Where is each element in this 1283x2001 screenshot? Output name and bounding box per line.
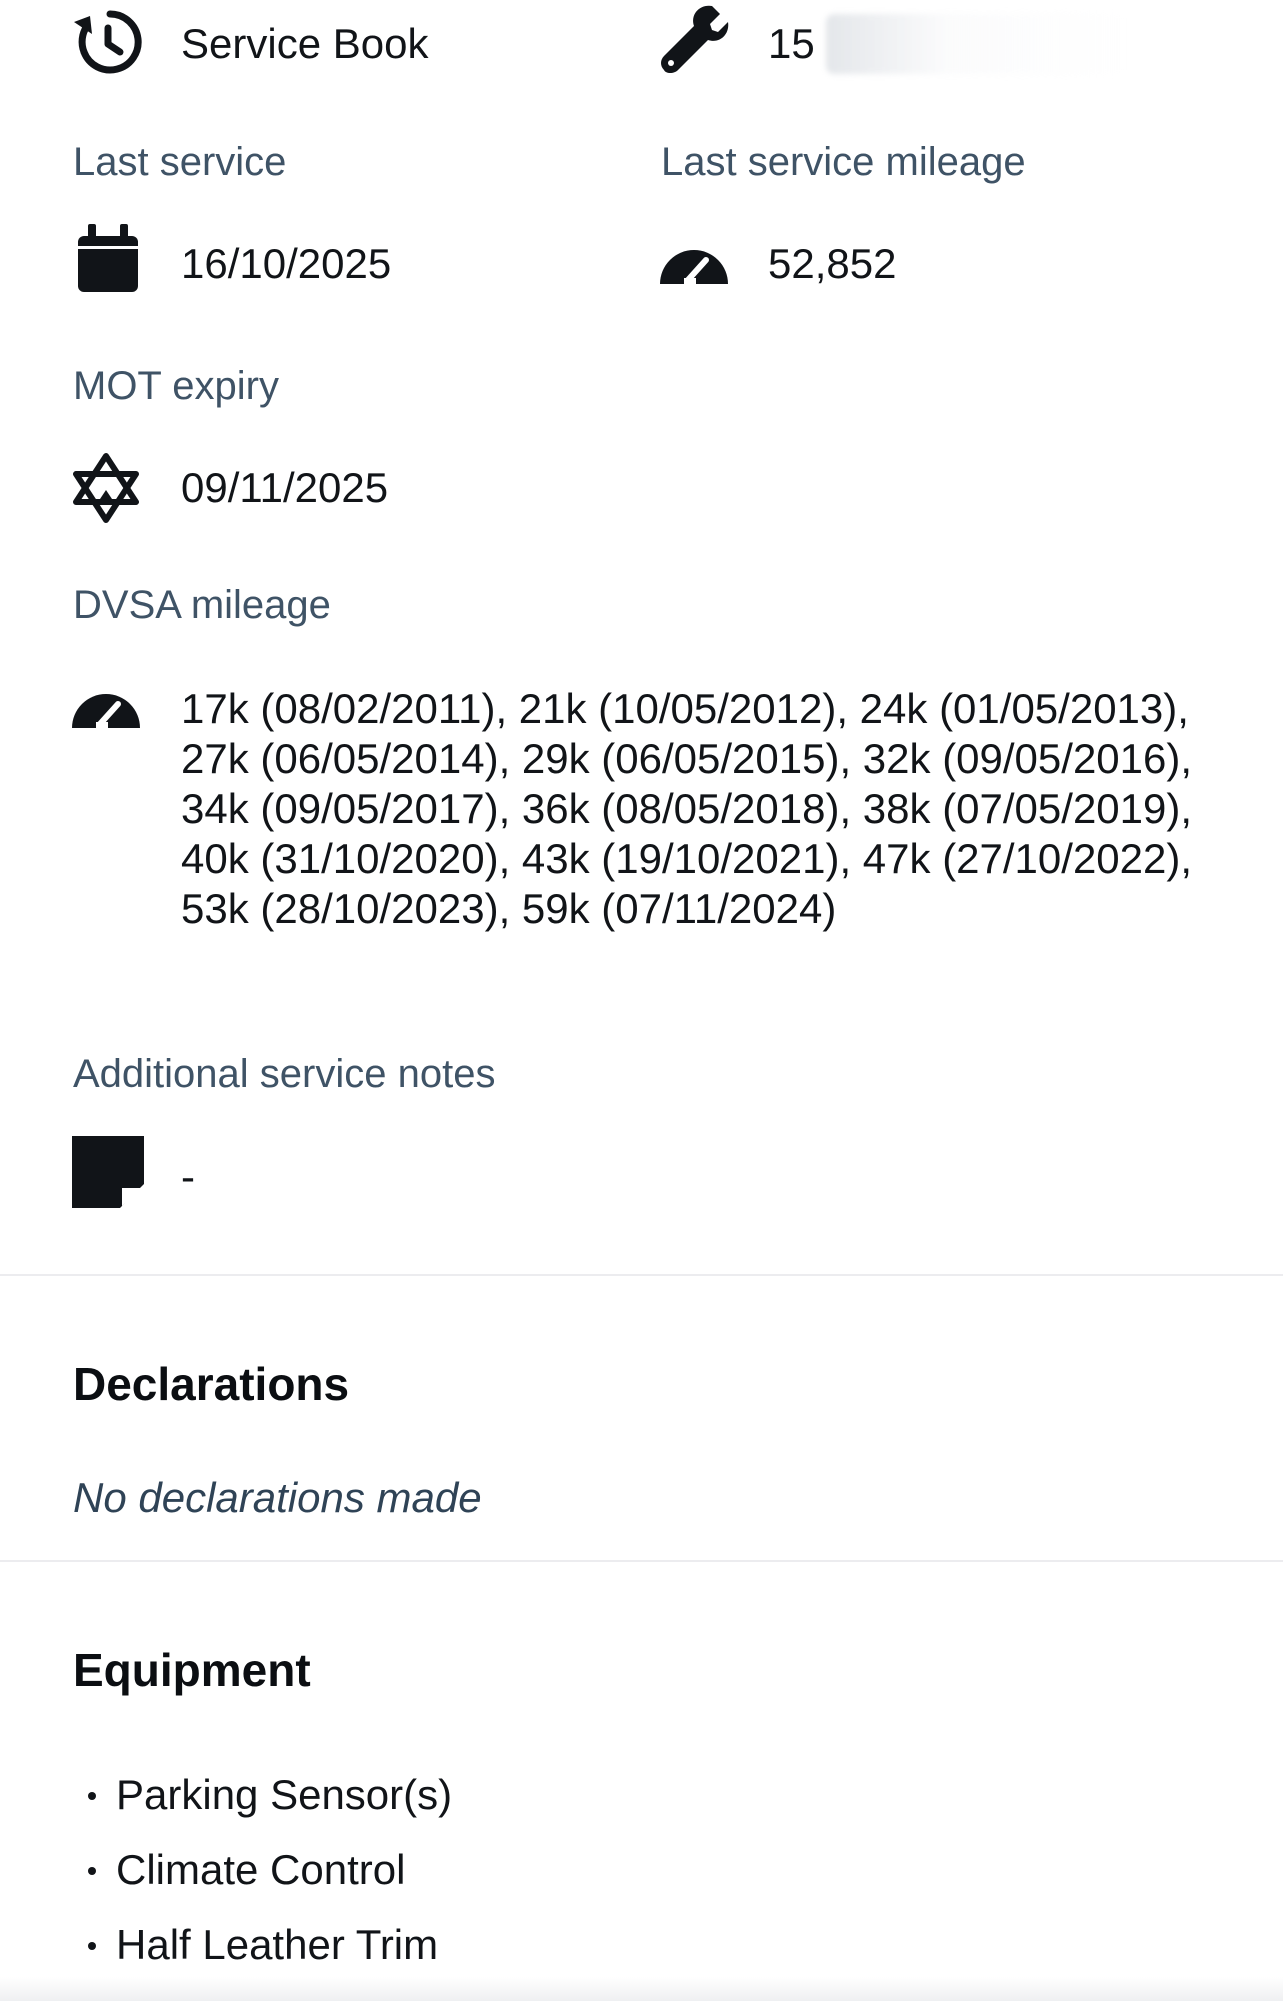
mot-expiry-label: MOT expiry (73, 364, 279, 408)
equipment-item-label: Climate Control (116, 1846, 406, 1893)
service-book-label: Service Book (181, 20, 429, 67)
dvsa-mileage-history: 17k (08/02/2011), 21k (10/05/2012), 24k … (181, 685, 1193, 932)
bullet-icon (88, 1942, 96, 1950)
bottom-fade (0, 1977, 1283, 2001)
last-service-label: Last service (73, 140, 287, 184)
mot-expiry-date: 09/11/2025 (181, 464, 389, 511)
history-icon (70, 6, 142, 78)
calendar-icon (72, 222, 144, 294)
additional-notes-label: Additional service notes (73, 1052, 496, 1096)
last-service-mileage-value: 52,852 (768, 240, 897, 287)
equipment-list: Parking Sensor(s) Climate Control Half L… (84, 1770, 452, 1995)
last-service-mileage-label: Last service mileage (661, 140, 1026, 184)
speedometer-icon (70, 666, 142, 738)
dvsa-mileage-label: DVSA mileage (73, 583, 331, 627)
section-divider (0, 1560, 1283, 1562)
equipment-item-label: Parking Sensor(s) (116, 1771, 453, 1818)
bullet-icon (88, 1867, 96, 1875)
list-item: Parking Sensor(s) (84, 1770, 452, 1845)
services-count: 15 (768, 20, 815, 67)
redacted-area (826, 14, 1126, 74)
sticky-note-icon (72, 1136, 144, 1208)
equipment-item-label: Half Leather Trim (116, 1921, 439, 1968)
last-service-date: 16/10/2025 (181, 240, 392, 287)
declarations-note: No declarations made (73, 1474, 482, 1521)
mot-triangles-icon (70, 452, 142, 524)
speedometer-icon (658, 222, 730, 294)
declarations-title: Declarations (73, 1358, 350, 1410)
list-item: Climate Control (84, 1845, 452, 1920)
bullet-icon (88, 1792, 96, 1800)
equipment-title: Equipment (73, 1644, 311, 1696)
section-divider (0, 1274, 1283, 1276)
additional-notes-value: - (181, 1153, 195, 1200)
wrench-icon (658, 4, 730, 76)
